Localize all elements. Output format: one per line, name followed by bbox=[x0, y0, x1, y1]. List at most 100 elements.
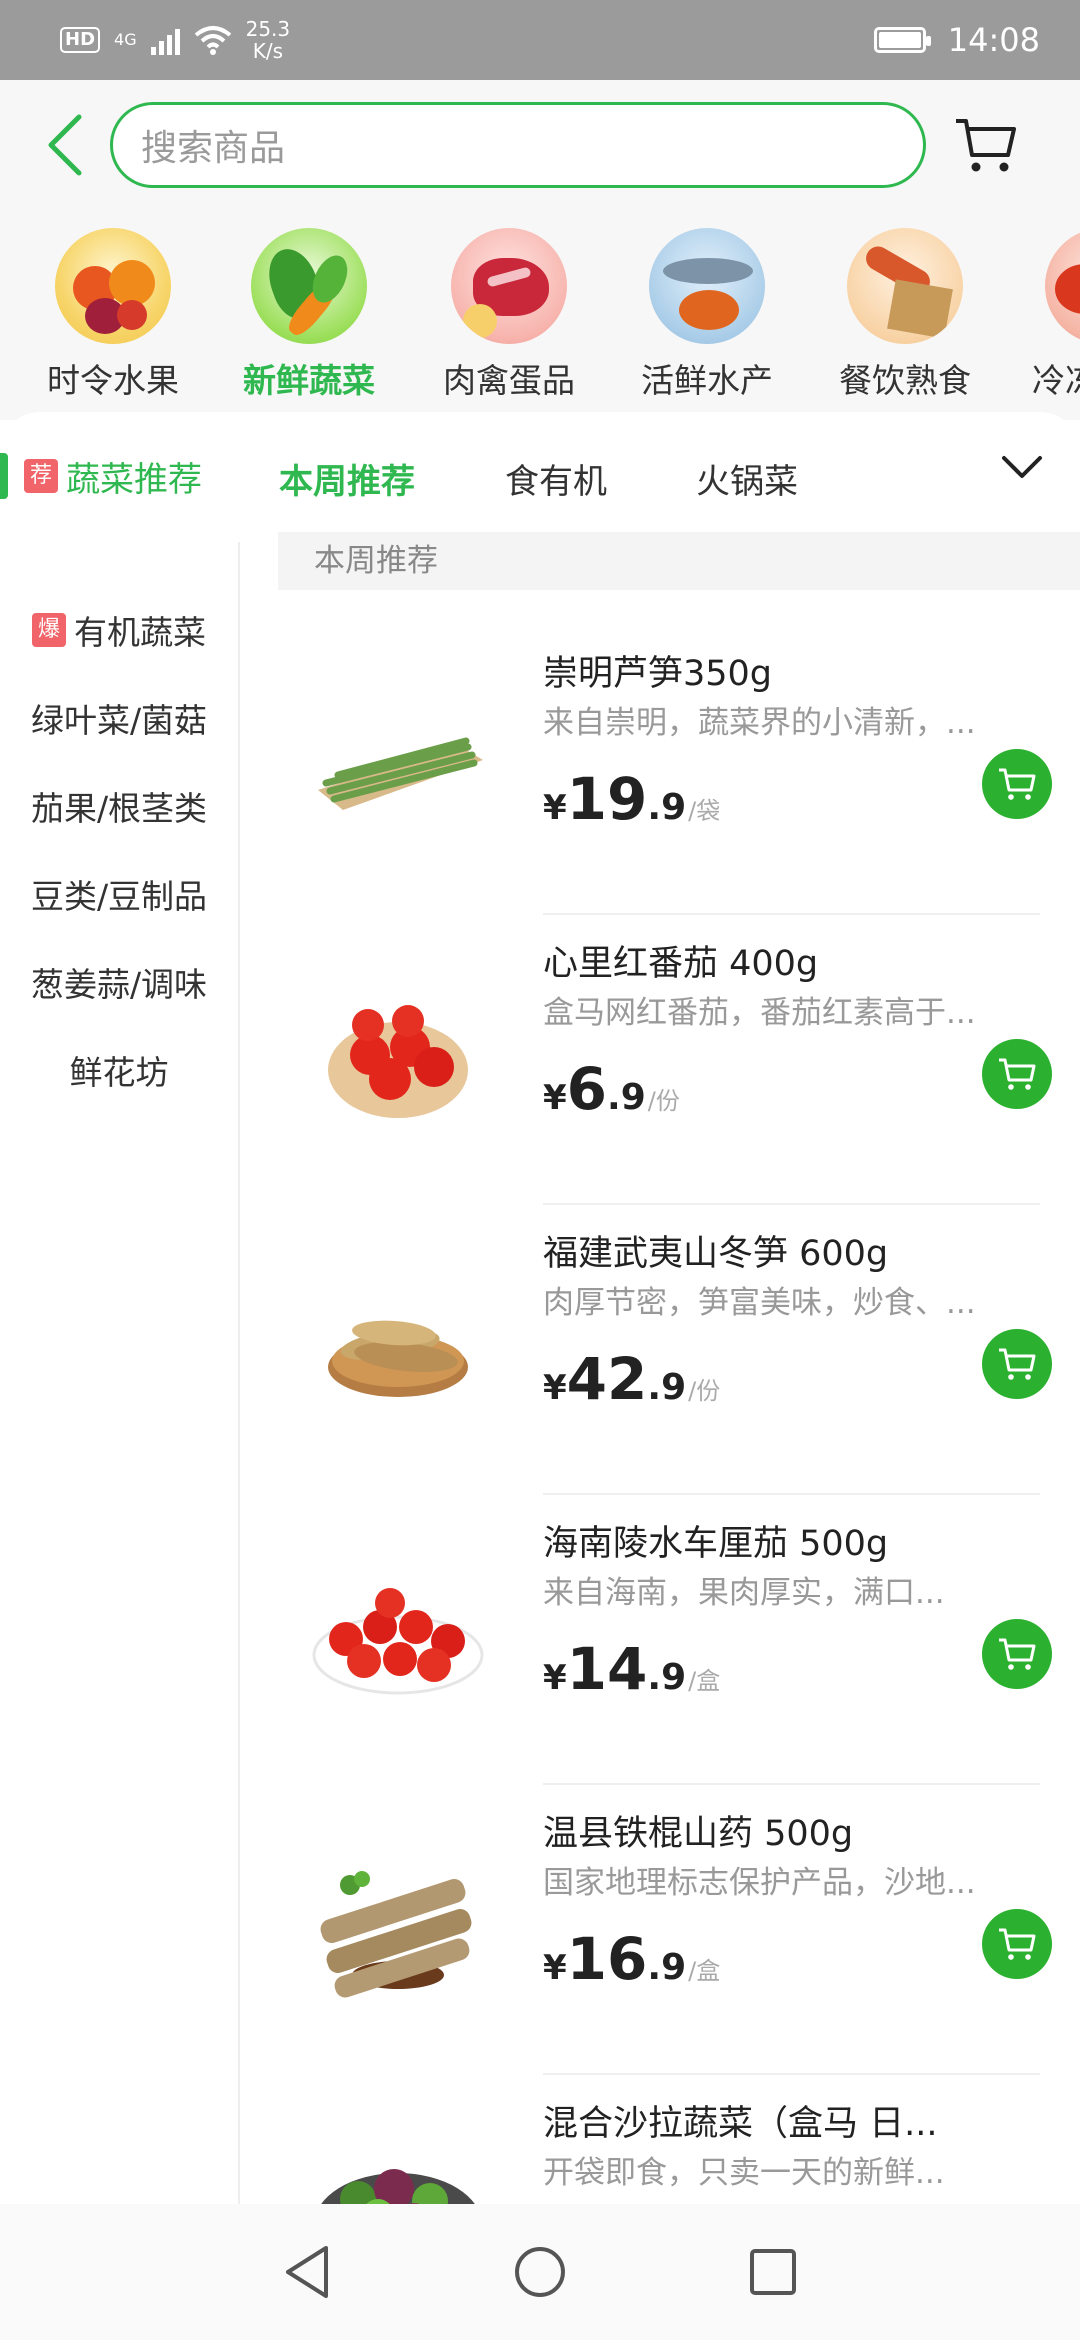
triangle-back-icon bbox=[285, 2246, 328, 2298]
product-desc: 国家地理标志保护产品，沙地... bbox=[543, 1865, 976, 1901]
search-input[interactable]: 搜索商品 bbox=[110, 102, 926, 188]
nav-back-button[interactable] bbox=[267, 2232, 347, 2312]
currency: ¥ bbox=[543, 1658, 567, 1698]
add-to-cart-button[interactable] bbox=[982, 1619, 1052, 1689]
cart-button[interactable] bbox=[926, 95, 1046, 195]
back-button[interactable] bbox=[20, 95, 110, 195]
category-fruit[interactable]: 时令水果 bbox=[28, 228, 198, 402]
hot-tag: 爆 bbox=[32, 613, 66, 647]
product-card[interactable]: 混合沙拉蔬菜（盒马 日... 开袋即食，只卖一天的新鲜... bbox=[278, 2075, 1080, 2204]
product-price: ¥ 42 .9 /份 bbox=[543, 1345, 720, 1413]
fruit-icon bbox=[55, 228, 171, 344]
category-frozen[interactable]: 冷冻 bbox=[1018, 228, 1080, 402]
price-integer: 19 bbox=[566, 765, 648, 833]
currency: ¥ bbox=[543, 1078, 567, 1118]
product-image bbox=[298, 1245, 498, 1445]
category-meat[interactable]: 肉禽蛋品 bbox=[424, 228, 594, 402]
cart-icon bbox=[999, 768, 1036, 800]
tomatoes-image bbox=[328, 1005, 468, 1118]
sidebar-item-seasoning[interactable]: 葱姜蒜/调味 bbox=[0, 958, 238, 1006]
sidebar-item-beans[interactable]: 豆类/豆制品 bbox=[0, 870, 238, 918]
product-price: ¥ 19 .9 /袋 bbox=[543, 765, 720, 833]
product-price: ¥ 6 .9 /份 bbox=[543, 1055, 680, 1123]
add-to-cart-button[interactable] bbox=[982, 1329, 1052, 1399]
product-card[interactable]: 崇明芦笋350g 来自崇明，蔬菜界的小清新，... ¥ 19 .9 /袋 bbox=[278, 625, 1080, 915]
product-image bbox=[298, 2115, 498, 2204]
seafood-icon bbox=[649, 228, 765, 344]
price-decimal: .9 bbox=[647, 1367, 687, 1408]
tab-organic[interactable]: 食有机 bbox=[505, 454, 607, 503]
add-to-cart-button[interactable] bbox=[982, 749, 1052, 819]
chevron-down-icon bbox=[1002, 456, 1042, 478]
net-speed: 25.3 K/s bbox=[246, 18, 291, 62]
product-name: 崇明芦笋350g bbox=[543, 654, 773, 694]
network-indicator: 4G bbox=[114, 31, 137, 49]
yam-image bbox=[320, 1871, 472, 1998]
nav-home-button[interactable] bbox=[500, 2232, 580, 2312]
category-label: 冷冻 bbox=[1032, 361, 1080, 400]
product-card[interactable]: 心里红番茄 400g 盒马网红番茄，番茄红素高于... ¥ 6 .9 /份 bbox=[278, 915, 1080, 1205]
sidebar-item-label: 蔬菜推荐 bbox=[66, 459, 202, 500]
product-desc: 盒马网红番茄，番茄红素高于... bbox=[543, 995, 976, 1031]
sidebar-item-label: 鲜花坊 bbox=[69, 1053, 169, 1092]
tab-hotpot[interactable]: 火锅菜 bbox=[696, 454, 798, 503]
product-card[interactable]: 海南陵水车厘茄 500g 来自海南，果肉厚实，满口... ¥ 14 .9 /盒 bbox=[278, 1495, 1080, 1785]
currency: ¥ bbox=[543, 1948, 567, 1988]
vegetables-icon bbox=[251, 228, 367, 344]
signal-icon bbox=[150, 25, 180, 55]
speed-unit: K/s bbox=[252, 39, 283, 63]
sidebar-item-flowers[interactable]: 鲜花坊 bbox=[0, 1046, 238, 1094]
nav-recents-button[interactable] bbox=[733, 2232, 813, 2312]
cart-icon bbox=[999, 1058, 1036, 1090]
battery-icon bbox=[873, 27, 931, 53]
category-deli[interactable]: 餐饮熟食 bbox=[820, 228, 990, 402]
product-desc: 来自崇明，蔬菜界的小清新，... bbox=[543, 705, 976, 741]
sidebar-item-recommended[interactable]: 荐 蔬菜推荐 bbox=[0, 453, 240, 500]
tab-row: 荐 蔬菜推荐 本周推荐 食有机 火锅菜 bbox=[0, 412, 1080, 542]
recommend-tag: 荐 bbox=[24, 459, 58, 493]
product-name: 福建武夷山冬笋 600g bbox=[543, 1234, 889, 1274]
add-to-cart-button[interactable] bbox=[982, 1909, 1052, 1979]
price-integer: 16 bbox=[566, 1925, 648, 1993]
status-left: HD 4G 25.3 K/s bbox=[60, 18, 290, 62]
price-decimal: .9 bbox=[647, 787, 687, 828]
sidebar-item-label: 绿叶菜/菌菇 bbox=[30, 701, 208, 740]
sidebar-item-solanaceous[interactable]: 茄果/根茎类 bbox=[0, 782, 238, 830]
product-price: ¥ 16 .9 /盒 bbox=[543, 1925, 720, 1993]
cart-icon bbox=[999, 1348, 1036, 1380]
product-image bbox=[298, 1535, 498, 1735]
sidebar-item-organic[interactable]: 爆 有机蔬菜 bbox=[0, 606, 238, 654]
shopping-cart-icon bbox=[956, 119, 1016, 172]
category-label: 活鲜水产 bbox=[641, 361, 773, 400]
cart-icon bbox=[999, 1928, 1036, 1960]
category-label: 肉禽蛋品 bbox=[443, 361, 575, 400]
price-decimal: .9 bbox=[607, 1077, 646, 1118]
product-image bbox=[298, 955, 498, 1155]
selected-indicator bbox=[0, 453, 8, 499]
network-type: 4G bbox=[114, 30, 137, 49]
product-card[interactable]: 温县铁棍山药 500g 国家地理标志保护产品，沙地... ¥ 16 .9 /盒 bbox=[278, 1785, 1080, 2075]
hd-badge: HD bbox=[60, 27, 101, 53]
sidebar-item-leafy[interactable]: 绿叶菜/菌菇 bbox=[0, 694, 238, 742]
clock: 14:08 bbox=[947, 21, 1040, 59]
expand-tabs-button[interactable] bbox=[1000, 452, 1050, 502]
product-image bbox=[298, 665, 498, 865]
sidebar-item-label: 葱姜蒜/调味 bbox=[30, 965, 208, 1004]
sidebar-item-label: 有机蔬菜 bbox=[74, 613, 206, 652]
category-seafood[interactable]: 活鲜水产 bbox=[622, 228, 792, 402]
price-integer: 42 bbox=[566, 1345, 648, 1413]
cart-icon bbox=[999, 1638, 1036, 1670]
add-to-cart-button[interactable] bbox=[982, 1039, 1052, 1109]
square-recents-icon bbox=[750, 2249, 797, 2295]
sidebar-item-label: 茄果/根茎类 bbox=[30, 789, 208, 828]
category-label: 餐饮熟食 bbox=[839, 361, 971, 400]
tab-weekly[interactable]: 本周推荐 bbox=[279, 454, 415, 503]
product-desc: 来自海南，果肉厚实，满口... bbox=[543, 1575, 945, 1611]
product-desc: 开袋即食，只卖一天的新鲜... bbox=[543, 2155, 945, 2191]
price-decimal: .9 bbox=[647, 1657, 687, 1698]
category-vegetables[interactable]: 新鲜蔬菜 bbox=[224, 228, 394, 402]
price-integer: 6 bbox=[566, 1055, 608, 1123]
bamboo-shoots-image bbox=[328, 1320, 468, 1397]
status-right: 14:08 bbox=[873, 21, 1040, 59]
product-card[interactable]: 福建武夷山冬笋 600g 肉厚节密，笋富美味，炒食、... ¥ 42 .9 /份 bbox=[278, 1205, 1080, 1495]
